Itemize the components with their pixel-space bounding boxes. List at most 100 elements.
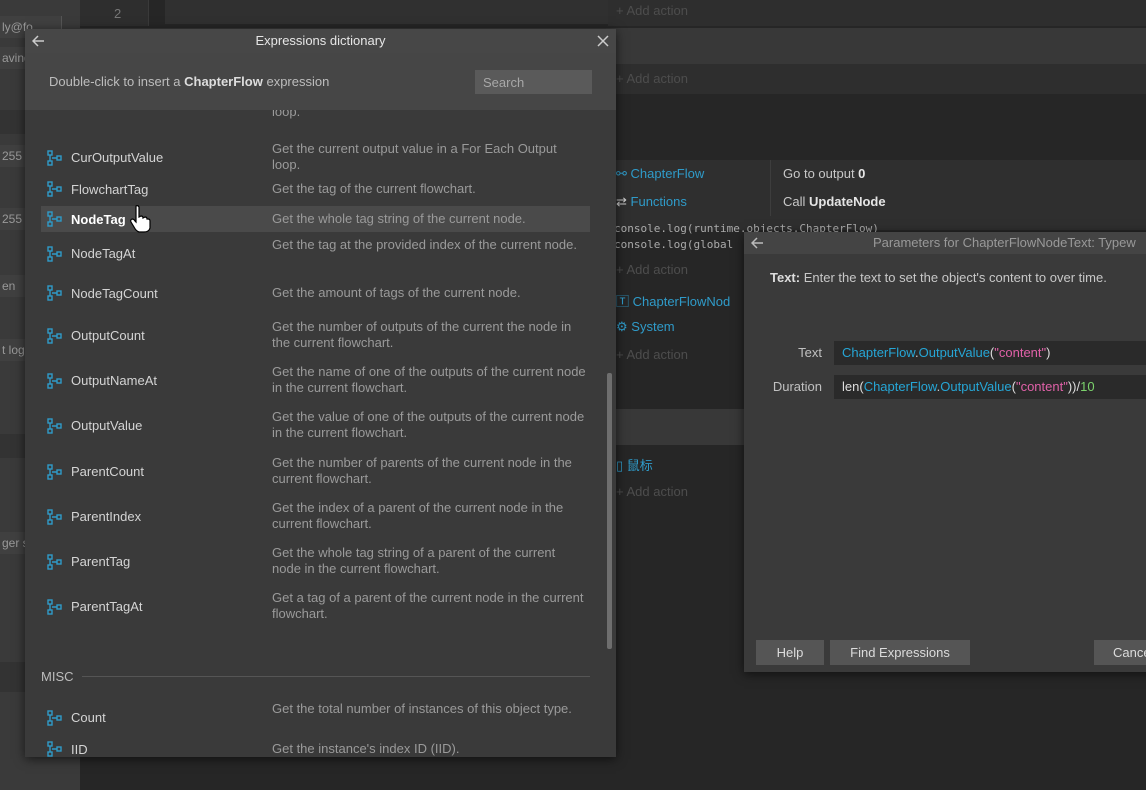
expression-description: Get the whole tag string of the current … bbox=[272, 211, 526, 226]
close-icon[interactable] bbox=[597, 35, 609, 47]
duration-param-field[interactable]: len(ChapterFlow.OutputValue("content"))/… bbox=[834, 375, 1146, 399]
expression-list-item[interactable]: ParentCount Get the number of parents of … bbox=[41, 454, 590, 489]
find-expressions-button[interactable]: Find Expressions bbox=[830, 640, 970, 665]
add-action-link[interactable]: + Add action bbox=[616, 484, 688, 499]
dialog-subheader: Double-click to insert a ChapterFlow exp… bbox=[25, 53, 616, 110]
action-object: ChapterFlowNod bbox=[632, 294, 731, 309]
expression-list: loop. MISC CurOutputValue Get the current… bbox=[25, 110, 616, 757]
expression-name: OutputCount bbox=[71, 328, 145, 343]
expression-name: OutputValue bbox=[71, 418, 143, 433]
action-text[interactable]: Go to output 0 bbox=[783, 166, 865, 181]
add-action-link[interactable]: + Add action bbox=[616, 262, 688, 277]
flowchart-node-icon bbox=[47, 328, 63, 344]
action-text[interactable]: Call UpdateNode bbox=[783, 194, 886, 209]
expression-name: ParentTag bbox=[71, 554, 131, 569]
action-object: 鼠标 bbox=[626, 458, 653, 473]
expression-description: Get the index of a parent of the current… bbox=[272, 500, 564, 531]
section-header: MISC bbox=[41, 669, 74, 684]
expression-list-item[interactable]: ParentTag Get the whole tag string of a p… bbox=[41, 544, 590, 579]
back-arrow-icon[interactable] bbox=[32, 35, 45, 47]
expression-list-item[interactable]: CurOutputValue Get the current output val… bbox=[41, 140, 590, 175]
flowchart-node-icon bbox=[47, 285, 63, 301]
expression-list-item[interactable]: NodeTagAt Get the tag at the provided ind… bbox=[41, 236, 590, 271]
expression-description: Get the number of parents of the current… bbox=[272, 455, 572, 486]
list-item-partial: loop. bbox=[41, 110, 590, 122]
section-divider bbox=[82, 676, 590, 677]
flowchart-node-icon bbox=[47, 181, 63, 197]
expression-list-item[interactable]: ParentIndex Get the index of a parent of … bbox=[41, 499, 590, 534]
expression-list-item[interactable]: NodeTag Get the whole tag string of the c… bbox=[41, 206, 590, 232]
scrollbar-thumb[interactable] bbox=[607, 373, 612, 649]
expression-list-item[interactable]: IID Get the instance's index ID (IID). bbox=[41, 738, 590, 757]
flowchart-node-icon bbox=[47, 211, 63, 227]
dialog-title: Parameters for ChapterFlowNodeText: Type… bbox=[873, 235, 1136, 250]
expression-name: OutputNameAt bbox=[71, 373, 157, 388]
expression-list-item[interactable]: ParentTagAt Get a tag of a parent of the … bbox=[41, 589, 590, 624]
action-row[interactable]: ⇄ Functions bbox=[616, 194, 687, 210]
dialog-title: Expressions dictionary bbox=[255, 33, 386, 48]
expression-list-item[interactable]: Count Get the total number of instances o… bbox=[41, 700, 590, 735]
action-row[interactable]: 🅃 ChapterFlowNod bbox=[616, 291, 730, 310]
action-row[interactable]: ⚯ ChapterFlow bbox=[616, 166, 704, 182]
flowchart-node-icon bbox=[47, 741, 63, 757]
expression-description: Get the value of one of the outputs of t… bbox=[272, 409, 585, 440]
text-label: Text bbox=[798, 345, 822, 360]
help-button[interactable]: Help bbox=[756, 640, 824, 665]
insert-hint: Double-click to insert a ChapterFlow exp… bbox=[49, 74, 330, 89]
flowchart-node-icon bbox=[47, 710, 63, 726]
mouse-icon: ▯ bbox=[616, 458, 624, 473]
functions-icon: ⇄ bbox=[616, 194, 627, 209]
action-object: Functions bbox=[630, 194, 687, 209]
back-arrow-icon[interactable] bbox=[751, 237, 764, 249]
expression-list-item[interactable]: OutputValue Get the value of one of the o… bbox=[41, 408, 590, 443]
expression-description: Get the instance's index ID (IID). bbox=[272, 741, 460, 756]
expression-description: Get the total number of instances of thi… bbox=[272, 701, 572, 716]
flowchart-icon: ⚯ bbox=[616, 166, 627, 181]
expression-list-item[interactable]: OutputNameAt Get the name of one of the o… bbox=[41, 363, 590, 398]
cancel-button[interactable]: Cance bbox=[1094, 640, 1146, 665]
expression-description: Get the amount of tags of the current no… bbox=[272, 285, 521, 300]
expression-description: Get the tag at the provided index of the… bbox=[272, 237, 577, 252]
expression-name: CurOutputValue bbox=[71, 150, 164, 165]
expression-list-item[interactable]: FlowchartTag Get the tag of the current f… bbox=[41, 177, 590, 201]
flowchart-node-icon bbox=[47, 554, 63, 570]
dialog-title-bar: Parameters for ChapterFlowNodeText: Type… bbox=[744, 232, 1146, 254]
search-input[interactable] bbox=[475, 70, 592, 94]
action-object: ChapterFlow bbox=[630, 166, 705, 181]
add-action-link[interactable]: + Add action bbox=[616, 71, 688, 86]
condition-block bbox=[165, 0, 608, 24]
action-block bbox=[608, 64, 1146, 94]
action-row[interactable]: ⚙ System bbox=[616, 319, 675, 335]
dialog-title-bar: Expressions dictionary bbox=[25, 29, 616, 53]
action-object: System bbox=[631, 319, 675, 334]
script-line[interactable]: console.log(global bbox=[614, 238, 733, 251]
expression-description: Get the number of outputs of the current… bbox=[272, 319, 572, 350]
flowchart-node-icon bbox=[47, 418, 63, 434]
flowchart-node-icon bbox=[47, 150, 63, 166]
expression-name: ParentTagAt bbox=[71, 599, 143, 614]
flowchart-node-icon bbox=[47, 246, 63, 262]
add-action-link[interactable]: + Add action bbox=[616, 3, 688, 18]
expression-name: NodeTagCount bbox=[71, 286, 158, 301]
flowchart-node-icon bbox=[47, 464, 63, 480]
expressions-dictionary-dialog: Expressions dictionary Double-click to i… bbox=[25, 29, 616, 757]
expression-list-item[interactable]: OutputCount Get the number of outputs of … bbox=[41, 318, 590, 353]
action-row[interactable]: ▯ 鼠标 bbox=[616, 455, 653, 474]
gear-icon: ⚙ bbox=[616, 319, 628, 334]
flowchart-node-icon bbox=[47, 599, 63, 615]
hand-cursor-icon bbox=[130, 205, 151, 233]
expression-name: FlowchartTag bbox=[71, 182, 149, 197]
text-param-field[interactable]: ChapterFlow.OutputValue("content") bbox=[834, 341, 1146, 365]
duration-label: Duration bbox=[772, 379, 822, 394]
flowchart-node-icon bbox=[47, 509, 63, 525]
expression-description: Get the name of one of the outputs of th… bbox=[272, 364, 586, 395]
line-number: 2 bbox=[114, 6, 122, 21]
expression-name: NodeTagAt bbox=[71, 246, 136, 261]
expression-list-item[interactable]: NodeTagCount Get the amount of tags of th… bbox=[41, 281, 590, 305]
column-divider bbox=[770, 160, 771, 216]
add-action-link[interactable]: + Add action bbox=[616, 347, 688, 362]
action-block bbox=[608, 0, 1146, 26]
parameter-description: Text: Enter the text to set the object's… bbox=[770, 270, 1107, 285]
expression-name: ParentCount bbox=[71, 464, 144, 479]
text-object-icon: 🅃 bbox=[616, 294, 630, 309]
